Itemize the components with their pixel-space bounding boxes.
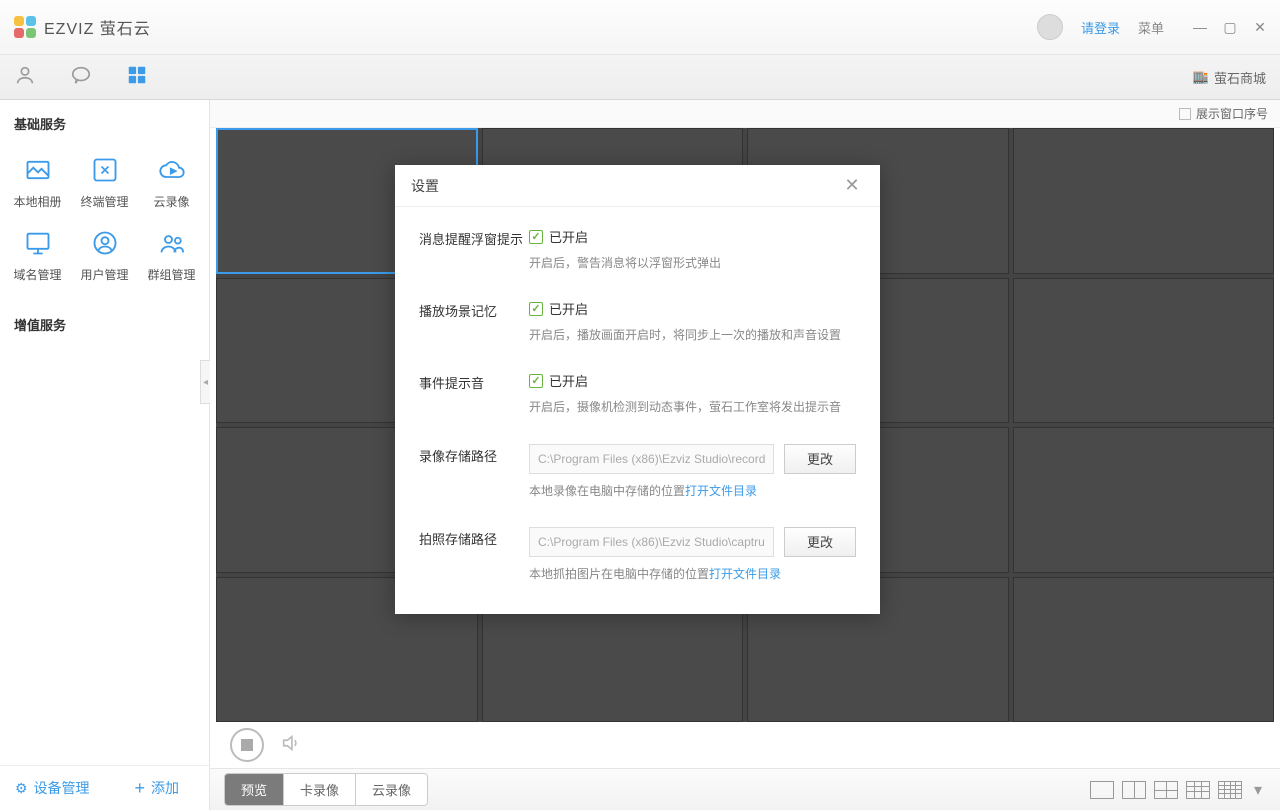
setting-scene-state: 已开启 xyxy=(549,299,588,318)
sidebar-item-label: 群组管理 xyxy=(147,266,195,283)
sidebar-item-terminal[interactable]: 终端管理 xyxy=(71,145,138,218)
video-cell[interactable] xyxy=(1013,577,1275,723)
tab-cloud-record[interactable]: 云录像 xyxy=(356,774,427,805)
tab-card-record[interactable]: 卡录像 xyxy=(284,774,356,805)
layout-1-button[interactable] xyxy=(1090,781,1114,799)
capture-path-change-button[interactable]: 更改 xyxy=(784,527,856,557)
device-manage-button[interactable]: ⚙ 设备管理 xyxy=(0,766,105,810)
setting-scene-desc: 开启后，播放画面开启时，将同步上一次的播放和声音设置 xyxy=(529,326,856,345)
close-button[interactable]: ✕ xyxy=(1248,15,1272,39)
login-link[interactable]: 请登录 xyxy=(1081,18,1120,37)
sidebar-item-local-album[interactable]: 本地相册 xyxy=(4,145,71,218)
layout-9-button[interactable] xyxy=(1186,781,1210,799)
minimize-button[interactable]: — xyxy=(1188,15,1212,39)
record-path-input[interactable] xyxy=(529,444,774,474)
setting-float-checkbox[interactable] xyxy=(529,230,543,244)
setting-float-state: 已开启 xyxy=(549,227,588,246)
chat-icon xyxy=(70,64,92,86)
menu-button[interactable]: 菜单 xyxy=(1138,18,1164,37)
video-cell[interactable] xyxy=(1013,128,1275,274)
app-logo: EZVIZ 萤石云 xyxy=(14,15,151,39)
image-icon xyxy=(21,153,55,187)
setting-scene-checkbox[interactable] xyxy=(529,302,543,316)
layout-16-button[interactable] xyxy=(1218,781,1242,799)
dialog-close-button[interactable]: ✕ xyxy=(840,174,864,198)
sidebar-section-valueadd: 增值服务 xyxy=(0,301,209,342)
grid-icon xyxy=(126,64,148,86)
toolbar: 🏬 萤石商城 xyxy=(0,55,1280,100)
person-icon xyxy=(14,64,36,86)
add-button[interactable]: + 添加 xyxy=(105,766,210,810)
setting-sound-label: 事件提示音 xyxy=(419,371,529,417)
sidebar-item-cloud-record[interactable]: 云录像 xyxy=(138,145,205,218)
sidebar: 基础服务 本地相册 终端管理 云录像 域名管理 用户管理 xyxy=(0,100,210,810)
sidebar-item-label: 云录像 xyxy=(153,193,189,210)
setting-record-path-label: 录像存储路径 xyxy=(419,444,529,501)
tab-preview[interactable]: 预览 xyxy=(225,774,284,805)
layout-4-button[interactable] xyxy=(1154,781,1178,799)
cloud-play-icon xyxy=(155,153,189,187)
tab-contacts[interactable] xyxy=(14,64,36,91)
sidebar-section-basic: 基础服务 xyxy=(0,100,209,141)
user-icon xyxy=(88,226,122,260)
maximize-button[interactable]: ▢ xyxy=(1218,15,1242,39)
compass-icon xyxy=(88,153,122,187)
sidebar-item-label: 本地相册 xyxy=(13,193,61,210)
capture-path-open-link[interactable]: 打开文件目录 xyxy=(709,567,781,581)
show-index-checkbox[interactable] xyxy=(1179,108,1191,120)
volume-button[interactable] xyxy=(280,732,302,759)
setting-sound-desc: 开启后，摄像机检测到动态事件，萤石工作室将发出提示音 xyxy=(529,398,856,417)
video-cell[interactable] xyxy=(1013,427,1275,573)
layout-more-button[interactable]: ▾ xyxy=(1250,781,1266,799)
settings-dialog: 设置 ✕ 消息提醒浮窗提示 已开启 开启后，警告消息将以浮窗形式弹出 播放场景记… xyxy=(395,165,880,614)
play-controls xyxy=(210,722,1280,768)
logo-icon xyxy=(14,16,36,38)
sidebar-item-label: 用户管理 xyxy=(80,266,128,283)
sidebar-item-domain[interactable]: 域名管理 xyxy=(4,218,71,291)
bottombar: 预览 卡录像 云录像 ▾ xyxy=(210,768,1280,810)
titlebar: EZVIZ 萤石云 请登录 菜单 — ▢ ✕ xyxy=(0,0,1280,55)
sidebar-item-group[interactable]: 群组管理 xyxy=(138,218,205,291)
dialog-title: 设置 xyxy=(411,176,439,196)
add-label: 添加 xyxy=(151,778,179,798)
setting-sound-checkbox[interactable] xyxy=(529,374,543,388)
sidebar-item-user[interactable]: 用户管理 xyxy=(71,218,138,291)
sidebar-item-label: 终端管理 xyxy=(80,193,128,210)
monitor-icon xyxy=(21,226,55,260)
capture-path-desc: 本地抓拍图片在电脑中存储的位置 xyxy=(529,567,709,581)
show-index-label: 展示窗口序号 xyxy=(1196,105,1268,122)
layout-2-button[interactable] xyxy=(1122,781,1146,799)
capture-path-input[interactable] xyxy=(529,527,774,557)
record-path-open-link[interactable]: 打开文件目录 xyxy=(685,484,757,498)
stop-button[interactable] xyxy=(230,728,264,762)
record-path-change-button[interactable]: 更改 xyxy=(784,444,856,474)
setting-scene-label: 播放场景记忆 xyxy=(419,299,529,345)
device-manage-label: 设备管理 xyxy=(34,778,90,798)
avatar[interactable] xyxy=(1037,14,1063,40)
mall-label: 萤石商城 xyxy=(1214,68,1266,87)
plus-icon: + xyxy=(134,778,145,799)
gear-icon: ⚙ xyxy=(15,780,28,797)
shop-icon: 🏬 xyxy=(1193,69,1209,85)
setting-capture-path-label: 拍照存储路径 xyxy=(419,527,529,584)
sidebar-collapse-handle[interactable]: ◂ xyxy=(200,360,210,404)
sidebar-item-label: 域名管理 xyxy=(13,266,61,283)
video-cell[interactable] xyxy=(1013,278,1275,424)
tab-messages[interactable] xyxy=(70,64,92,91)
tab-grid[interactable] xyxy=(126,64,148,91)
mall-link[interactable]: 🏬 萤石商城 xyxy=(1193,68,1266,87)
users-icon xyxy=(155,226,189,260)
setting-float-desc: 开启后，警告消息将以浮窗形式弹出 xyxy=(529,254,856,273)
setting-float-label: 消息提醒浮窗提示 xyxy=(419,227,529,273)
app-title: EZVIZ 萤石云 xyxy=(44,15,151,39)
setting-sound-state: 已开启 xyxy=(549,371,588,390)
record-path-desc: 本地录像在电脑中存储的位置 xyxy=(529,484,685,498)
